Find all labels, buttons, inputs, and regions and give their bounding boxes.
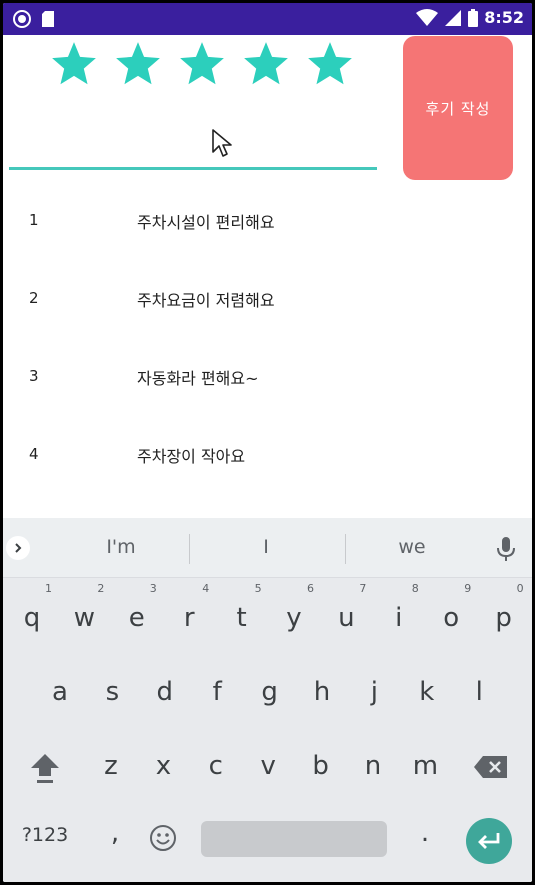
star-icon[interactable]: [241, 39, 291, 89]
key-l[interactable]: l: [455, 664, 503, 720]
key-label: t: [236, 603, 247, 633]
key-y[interactable]: y6: [270, 582, 318, 646]
key-s[interactable]: s: [88, 664, 136, 720]
key-w[interactable]: w2: [60, 582, 108, 646]
suggestion-3[interactable]: we: [352, 536, 472, 558]
key-number-hint: 9: [464, 582, 472, 595]
key-number-hint: 5: [254, 582, 262, 595]
microphone-icon[interactable]: [495, 535, 517, 563]
key-x[interactable]: x: [139, 738, 187, 794]
wifi-icon: [416, 8, 439, 26]
key-label: u: [338, 603, 355, 633]
key-j[interactable]: j: [350, 664, 398, 720]
review-input[interactable]: [9, 118, 377, 170]
key-number-hint: 4: [202, 582, 210, 595]
key-number-hint: 6: [307, 582, 314, 595]
review-number: 3: [29, 367, 39, 385]
suggestion-divider: [189, 534, 190, 564]
suggestion-1[interactable]: I'm: [61, 536, 181, 558]
list-item[interactable]: 4 주차장이 작아요: [3, 417, 532, 495]
key-z[interactable]: z: [87, 738, 135, 794]
key-number-hint: 1: [45, 582, 52, 595]
key-i[interactable]: i8: [375, 582, 423, 646]
key-u[interactable]: u7: [322, 582, 370, 646]
list-item[interactable]: 1 주차시설이 편리해요: [3, 183, 532, 261]
suggestion-divider: [345, 534, 346, 564]
suggestion-bar: I'm I we: [3, 518, 532, 578]
key-t[interactable]: t5: [218, 582, 266, 646]
soft-keyboard: I'm I we q1w2e3r4t5y6u7i8o9p0 asdfghjkl …: [3, 518, 532, 882]
key-label: o: [443, 603, 460, 633]
list-item[interactable]: 2 주차요금이 저렴해요: [3, 261, 532, 339]
key-c[interactable]: c: [192, 738, 240, 794]
key-n[interactable]: n: [349, 738, 397, 794]
review-number: 4: [29, 445, 39, 463]
key-d[interactable]: d: [141, 664, 189, 720]
star-icon[interactable]: [113, 39, 163, 89]
key-o[interactable]: o9: [427, 582, 475, 646]
star-icon[interactable]: [49, 39, 99, 89]
key-k[interactable]: k: [403, 664, 451, 720]
review-text: 자동화라 편해요~: [137, 369, 259, 388]
review-list: 1 주차시설이 편리해요 2 주차요금이 저렴해요 3 자동화라 편해요~ 4 …: [3, 183, 532, 495]
emoji-icon[interactable]: [149, 824, 177, 852]
key-label: i: [395, 603, 403, 633]
review-text: 주차요금이 저렴해요: [137, 291, 275, 310]
star-icon[interactable]: [305, 39, 355, 89]
key-label: y: [286, 603, 302, 633]
key-number-hint: 0: [516, 582, 524, 595]
shift-icon[interactable]: [29, 750, 61, 784]
review-number: 1: [29, 211, 39, 229]
key-r[interactable]: r4: [165, 582, 213, 646]
key-b[interactable]: b: [297, 738, 345, 794]
cell-signal-icon: [445, 9, 462, 26]
expand-suggestions-button[interactable]: [6, 536, 30, 560]
enter-button[interactable]: [466, 818, 512, 864]
write-review-button[interactable]: 후기 작성: [403, 36, 513, 180]
key-h[interactable]: h: [298, 664, 346, 720]
suggestion-2[interactable]: I: [206, 536, 326, 558]
chevron-right-icon: [15, 543, 22, 553]
key-label: e: [128, 603, 145, 633]
key-a[interactable]: a: [36, 664, 84, 720]
mouse-pointer-icon: [212, 129, 232, 157]
key-number-hint: 2: [97, 582, 105, 595]
review-text: 주차장이 작아요: [137, 447, 246, 466]
key-label: q: [23, 603, 41, 633]
key-label: w: [73, 603, 96, 633]
key-number-hint: 8: [411, 582, 419, 595]
status-bar: 8:52: [3, 3, 532, 35]
review-text: 주차시설이 편리해요: [137, 213, 275, 232]
period-key[interactable]: .: [413, 818, 437, 848]
sim-card-icon: [42, 11, 54, 27]
key-e[interactable]: e3: [113, 582, 161, 646]
status-time: 8:52: [484, 8, 524, 27]
backspace-icon[interactable]: [473, 755, 509, 779]
key-v[interactable]: v: [244, 738, 292, 794]
key-label: p: [495, 603, 512, 633]
key-q[interactable]: q1: [8, 582, 56, 646]
review-number: 2: [29, 289, 39, 307]
phone-screen: 8:52 후기 작성 1 주차시설이 편리해요 2 주차요금이 저렴해요 3 자…: [3, 3, 532, 882]
rating-bar[interactable]: [49, 39, 355, 89]
list-item[interactable]: 3 자동화라 편해요~: [3, 339, 532, 417]
key-label: r: [183, 603, 195, 633]
battery-icon: [468, 8, 479, 27]
key-number-hint: 3: [149, 582, 157, 595]
record-icon: [13, 10, 31, 28]
star-icon[interactable]: [177, 39, 227, 89]
key-g[interactable]: g: [246, 664, 294, 720]
key-p[interactable]: p0: [480, 582, 528, 646]
symbols-key[interactable]: ?123: [17, 824, 73, 846]
key-f[interactable]: f: [193, 664, 241, 720]
space-bar[interactable]: [201, 821, 387, 857]
key-m[interactable]: m: [401, 738, 449, 794]
key-number-hint: 7: [359, 582, 367, 595]
enter-icon: [478, 833, 500, 849]
comma-key[interactable]: ,: [100, 818, 130, 848]
